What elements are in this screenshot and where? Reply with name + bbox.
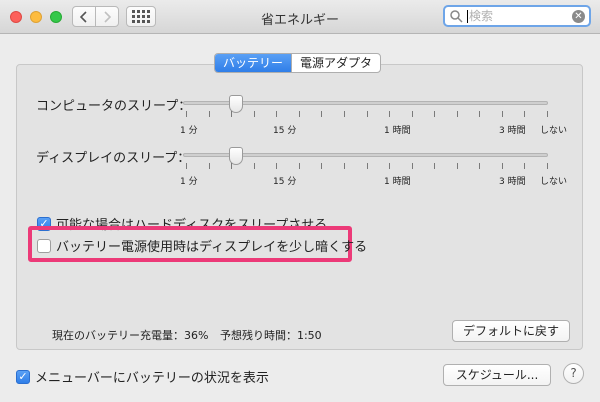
slider-tick xyxy=(547,111,548,117)
slider-tick xyxy=(434,163,436,169)
slider-tick xyxy=(434,111,436,117)
slider-tick xyxy=(321,111,323,117)
computer-sleep-tick-label: 1 時間 xyxy=(384,126,411,136)
slider-tick xyxy=(411,111,413,117)
display-sleep-tick-label: 1 時間 xyxy=(384,177,411,187)
slider-tick xyxy=(456,111,458,117)
tab-battery[interactable]: バッテリー xyxy=(215,54,292,72)
computer-sleep-tick-label: 15 分 xyxy=(273,126,297,136)
help-button[interactable]: ? xyxy=(563,363,584,384)
slider-tick xyxy=(411,163,413,169)
computer-sleep-tick-label: しない xyxy=(540,126,568,136)
slider-tick xyxy=(501,163,503,169)
dim-display-label: バッテリー電源使用時はディスプレイを少し暗くする xyxy=(56,240,368,255)
menubar-battery-label: メニューバーにバッテリーの状況を表示 xyxy=(35,371,269,386)
slider-tick xyxy=(231,163,233,169)
slider-tick xyxy=(343,163,345,169)
slider-tick xyxy=(343,111,345,117)
display-sleep-ticks xyxy=(183,163,548,171)
slider-tick xyxy=(479,163,481,169)
slider-tick xyxy=(524,111,526,117)
slider-tick xyxy=(298,163,300,169)
slider-tick xyxy=(456,163,458,169)
slider-tick xyxy=(253,163,255,169)
slider-tick xyxy=(501,111,503,117)
clear-search-icon[interactable]: ✕ xyxy=(572,10,585,23)
computer-sleep-tick-label: 1 分 xyxy=(180,126,198,136)
search-field[interactable]: 検索 ✕ xyxy=(443,5,591,27)
title-bar: 省エネルギー 検索 ✕ xyxy=(0,0,600,34)
slider-tick xyxy=(276,163,278,169)
slider-tick xyxy=(366,163,368,169)
slider-tick xyxy=(389,163,391,169)
slider-tick xyxy=(298,111,300,117)
display-sleep-tick-label: 3 時間 xyxy=(499,177,526,187)
slider-tick xyxy=(479,111,481,117)
slider-tick xyxy=(524,163,526,169)
slider-tick xyxy=(208,111,210,117)
slider-tick xyxy=(321,163,323,169)
power-source-tabs: バッテリー 電源アダプタ xyxy=(214,53,382,73)
menubar-battery-option[interactable]: ✓ メニューバーにバッテリーの状況を表示 xyxy=(16,367,269,386)
display-sleep-tick-label: 1 分 xyxy=(180,177,198,187)
slider-tick xyxy=(186,163,187,169)
display-sleep-tick-label: しない xyxy=(540,177,568,187)
slider-tick xyxy=(389,111,391,117)
battery-charge: 現在のバッテリー充電量：36% xyxy=(52,329,209,342)
dim-display-option[interactable]: バッテリー電源使用時はディスプレイを少し暗くする xyxy=(37,236,367,255)
battery-remaining: 予想残り時間：1:50 xyxy=(219,329,322,342)
menubar-battery-checkbox[interactable]: ✓ xyxy=(16,369,30,384)
battery-status: 現在のバッテリー充電量：36% 予想残り時間：1:50 xyxy=(52,327,330,343)
computer-sleep-tick-label: 3 時間 xyxy=(499,126,526,136)
slider-tick xyxy=(547,163,548,169)
dim-display-checkbox[interactable] xyxy=(37,238,51,253)
search-icon xyxy=(450,10,463,23)
display-sleep-tick-label: 15 分 xyxy=(273,177,297,187)
display-sleep-label: ディスプレイのスリープ： xyxy=(36,151,191,166)
slider-tick xyxy=(253,111,255,117)
slider-tick xyxy=(208,163,210,169)
computer-sleep-label: コンピュータのスリープ： xyxy=(36,99,192,114)
slider-tick xyxy=(276,111,278,117)
slider-tick xyxy=(186,111,187,117)
schedule-button[interactable]: スケジュール... xyxy=(443,364,551,386)
tab-power-adapter[interactable]: 電源アダプタ xyxy=(291,54,380,72)
restore-defaults-button[interactable]: デフォルトに戻す xyxy=(452,320,570,342)
slider-tick xyxy=(231,111,233,117)
search-placeholder: 検索 xyxy=(467,8,494,23)
computer-sleep-ticks xyxy=(183,111,548,119)
slider-tick xyxy=(366,111,368,117)
